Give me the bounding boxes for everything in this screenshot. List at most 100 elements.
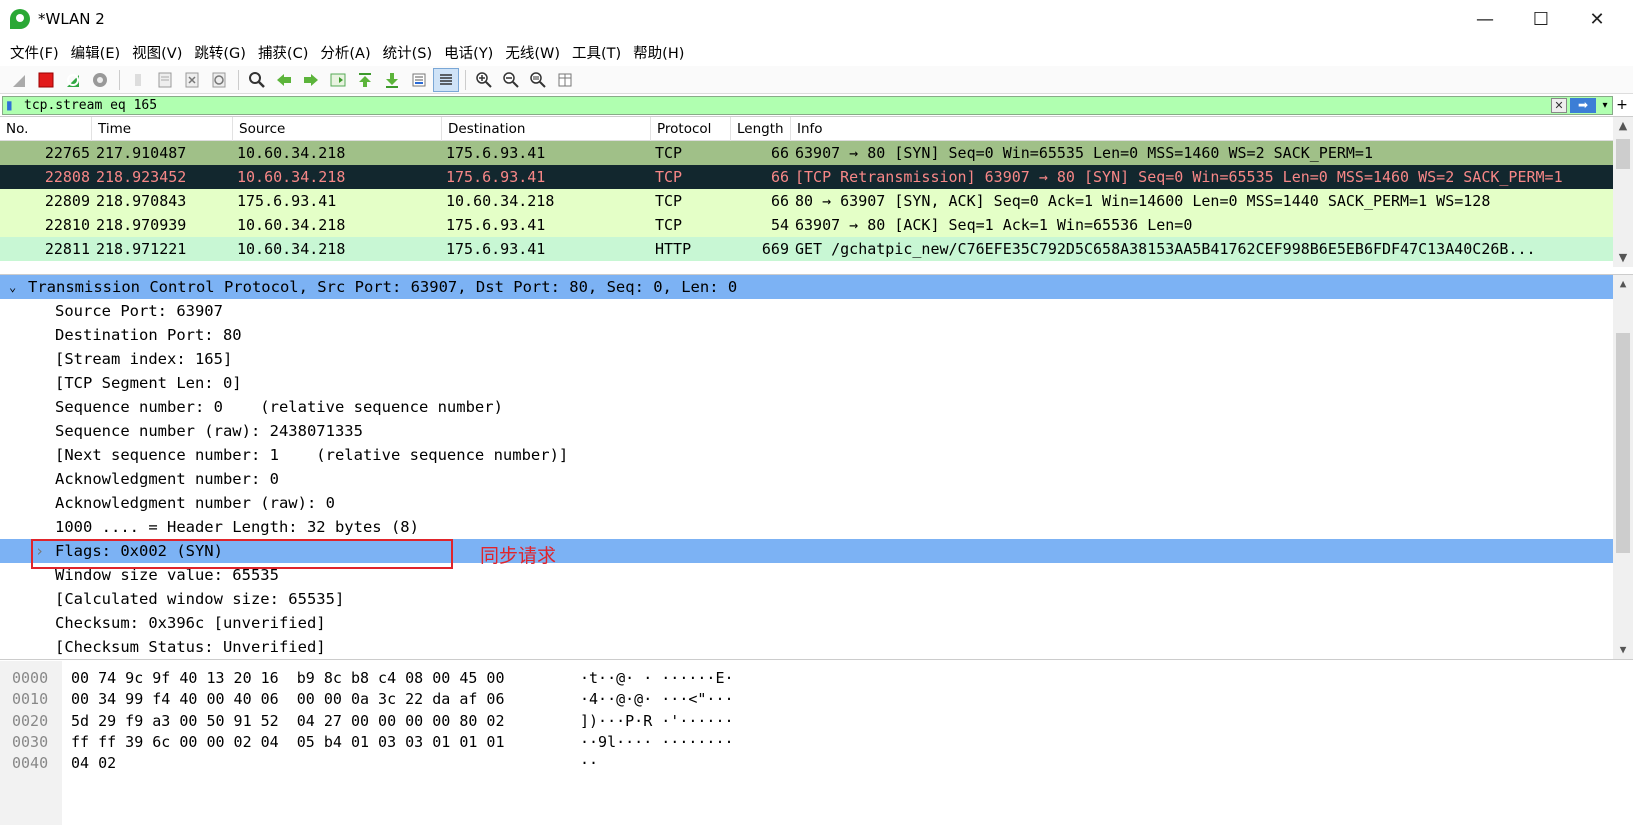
close-button[interactable]: ✕ bbox=[1569, 0, 1625, 38]
tcp-field-line[interactable]: Sequence number: 0 (relative sequence nu… bbox=[0, 395, 1633, 419]
tcp-field-line[interactable]: [Stream index: 165] bbox=[0, 347, 1633, 371]
column-header-no[interactable]: No. bbox=[0, 116, 92, 141]
menu-analyze[interactable]: 分析(A) bbox=[314, 42, 376, 63]
minimize-button[interactable]: — bbox=[1457, 0, 1513, 38]
column-header-info[interactable]: Info bbox=[791, 117, 1613, 141]
maximize-button[interactable]: ☐ bbox=[1513, 0, 1569, 38]
find-packet-icon[interactable] bbox=[244, 68, 270, 92]
scroll-up-icon[interactable]: ▲ bbox=[1613, 117, 1633, 135]
tcp-field-text: Acknowledgment number (raw): 0 bbox=[55, 494, 335, 512]
column-header-source[interactable]: Source bbox=[233, 116, 442, 141]
tcp-field-text: Source Port: 63907 bbox=[55, 302, 223, 320]
tcp-field-line[interactable]: Source Port: 63907 bbox=[0, 299, 1633, 323]
tcp-field-line[interactable]: [Next sequence number: 1 (relative seque… bbox=[0, 443, 1633, 467]
packet-source: 10.60.34.218 bbox=[237, 216, 346, 234]
scroll-up-icon[interactable]: ▲ bbox=[1613, 275, 1633, 293]
tcp-header-summary: Transmission Control Protocol, Src Port:… bbox=[28, 278, 738, 296]
packet-row[interactable]: 22809 218.970843 175.6.93.41 10.60.34.218 TC… bbox=[0, 189, 1613, 213]
tcp-field-line[interactable]: [TCP Segment Len: 0] bbox=[0, 371, 1633, 395]
tcp-field-line[interactable]: [Calculated window size: 65535] bbox=[0, 587, 1633, 611]
apply-filter-icon[interactable]: ➡ bbox=[1570, 97, 1596, 113]
packet-row[interactable]: 22808 218.923452 10.60.34.218 175.6.93.41 TC… bbox=[0, 165, 1613, 189]
hex-ascii[interactable]: ])···P·R ·'······ bbox=[580, 710, 734, 732]
tcp-field-line[interactable]: [Checksum Status: Unverified] bbox=[0, 635, 1633, 659]
go-back-icon[interactable] bbox=[271, 68, 297, 92]
capture-options-icon[interactable] bbox=[87, 68, 113, 92]
save-file-icon[interactable] bbox=[152, 68, 178, 92]
autoscroll-icon[interactable] bbox=[406, 68, 432, 92]
hex-ascii[interactable]: ·4··@·@· ···<"··· bbox=[580, 688, 734, 710]
go-first-packet-icon[interactable] bbox=[352, 68, 378, 92]
menu-file[interactable]: 文件(F) bbox=[4, 42, 65, 63]
tcp-field-text: Destination Port: 80 bbox=[55, 326, 242, 344]
go-forward-icon[interactable] bbox=[298, 68, 324, 92]
menu-view[interactable]: 视图(V) bbox=[126, 42, 188, 63]
open-file-icon[interactable] bbox=[125, 68, 151, 92]
colorize-icon[interactable] bbox=[433, 67, 459, 92]
menu-capture[interactable]: 捕获(C) bbox=[252, 42, 314, 63]
clear-filter-icon[interactable]: ✕ bbox=[1551, 97, 1567, 113]
hex-bytes[interactable]: 00 34 99 f4 40 00 40 06 00 00 0a 3c 22 d… bbox=[71, 688, 504, 710]
hex-offset: 0030 bbox=[12, 732, 49, 751]
display-filter-bar: ▮ ✕ ➡ ▾ + bbox=[2, 95, 1631, 115]
restart-capture-icon[interactable] bbox=[60, 68, 86, 92]
column-header-length[interactable]: Length bbox=[731, 116, 791, 141]
packet-row[interactable]: 22810 218.970939 10.60.34.218 175.6.93.41 TC… bbox=[0, 213, 1613, 237]
menu-go[interactable]: 跳转(G) bbox=[188, 42, 252, 63]
filter-history-dropdown-icon[interactable]: ▾ bbox=[1598, 100, 1612, 111]
hex-bytes[interactable]: ff ff 39 6c 00 00 02 04 05 b4 01 03 03 0… bbox=[71, 731, 504, 753]
packet-row[interactable]: 22765 217.910487 10.60.34.218 175.6.93.41 TC… bbox=[0, 141, 1613, 165]
zoom-normal-icon[interactable] bbox=[525, 68, 551, 92]
hex-bytes[interactable]: 00 74 9c 9f 40 13 20 16 b9 8c b8 c4 08 0… bbox=[71, 667, 504, 689]
resize-columns-icon[interactable] bbox=[552, 68, 578, 92]
menu-telephony[interactable]: 电话(Y) bbox=[438, 42, 499, 63]
tcp-field-line[interactable]: Acknowledgment number (raw): 0 bbox=[0, 491, 1633, 515]
zoom-in-icon[interactable] bbox=[471, 68, 497, 92]
scroll-down-icon[interactable]: ▼ bbox=[1613, 641, 1633, 659]
scroll-down-icon[interactable]: ▼ bbox=[1613, 249, 1633, 267]
collapse-chevron-icon[interactable]: ⌄ bbox=[9, 275, 16, 299]
scrollbar-thumb[interactable] bbox=[1616, 333, 1630, 553]
add-filter-button-icon[interactable]: + bbox=[1613, 97, 1631, 113]
column-header-destination[interactable]: Destination bbox=[442, 116, 651, 141]
column-header-time[interactable]: Time bbox=[92, 116, 233, 141]
packet-info: 63907 → 80 [ACK] Seq=1 Ack=1 Win=65536 L… bbox=[795, 216, 1193, 234]
window-title: *WLAN 2 bbox=[38, 10, 105, 28]
tcp-protocol-tree-header[interactable]: ⌄ Transmission Control Protocol, Src Por… bbox=[0, 275, 1633, 299]
details-scrollbar[interactable]: ▲ ▼ bbox=[1613, 275, 1633, 659]
tcp-field-text: [Next sequence number: 1 (relative seque… bbox=[55, 446, 569, 464]
menu-wireless[interactable]: 无线(W) bbox=[499, 42, 566, 63]
close-file-icon[interactable] bbox=[179, 68, 205, 92]
go-last-packet-icon[interactable] bbox=[379, 68, 405, 92]
display-filter-input[interactable] bbox=[24, 96, 1551, 114]
flags-annotation: 同步请求 bbox=[480, 545, 557, 567]
bookmark-icon[interactable]: ▮ bbox=[6, 98, 20, 113]
menu-statistics[interactable]: 统计(S) bbox=[377, 42, 439, 63]
menu-help[interactable]: 帮助(H) bbox=[627, 42, 690, 63]
packet-list-scrollbar[interactable]: ▲ ▼ bbox=[1613, 117, 1633, 267]
menu-edit[interactable]: 编辑(E) bbox=[65, 42, 126, 63]
menu-tools[interactable]: 工具(T) bbox=[566, 42, 627, 63]
hex-ascii[interactable]: ·t··@· · ······E· bbox=[580, 667, 734, 689]
go-to-packet-icon[interactable] bbox=[325, 68, 351, 92]
column-header-protocol[interactable]: Protocol bbox=[651, 116, 731, 141]
tcp-field-line[interactable]: Acknowledgment number: 0 bbox=[0, 467, 1633, 491]
hex-bytes[interactable]: 5d 29 f9 a3 00 50 91 52 04 27 00 00 00 0… bbox=[71, 710, 504, 732]
tcp-field-line[interactable]: Checksum: 0x396c [unverified] bbox=[0, 611, 1633, 635]
packet-number: 22809 bbox=[44, 192, 90, 210]
tcp-field-text: 1000 .... = Header Length: 32 bytes (8) bbox=[55, 518, 419, 536]
hex-bytes[interactable]: 04 02 bbox=[71, 752, 116, 774]
hex-ascii[interactable]: ·· bbox=[580, 752, 598, 774]
scrollbar-thumb[interactable] bbox=[1616, 139, 1630, 169]
tcp-field-line[interactable]: Sequence number (raw): 2438071335 bbox=[0, 419, 1633, 443]
reload-file-icon[interactable] bbox=[206, 68, 232, 92]
hex-offset: 0010 bbox=[12, 690, 49, 709]
tcp-field-line[interactable]: Destination Port: 80 bbox=[0, 323, 1633, 347]
start-capture-icon[interactable] bbox=[6, 68, 32, 92]
main-toolbar bbox=[0, 66, 1633, 94]
stop-capture-icon[interactable] bbox=[33, 68, 59, 92]
hex-ascii[interactable]: ··9l···· ········ bbox=[580, 731, 734, 753]
zoom-out-icon[interactable] bbox=[498, 68, 524, 92]
tcp-field-line[interactable]: 1000 .... = Header Length: 32 bytes (8) bbox=[0, 515, 1633, 539]
packet-row[interactable]: 22811 218.971221 10.60.34.218 175.6.93.41 HT… bbox=[0, 237, 1613, 261]
